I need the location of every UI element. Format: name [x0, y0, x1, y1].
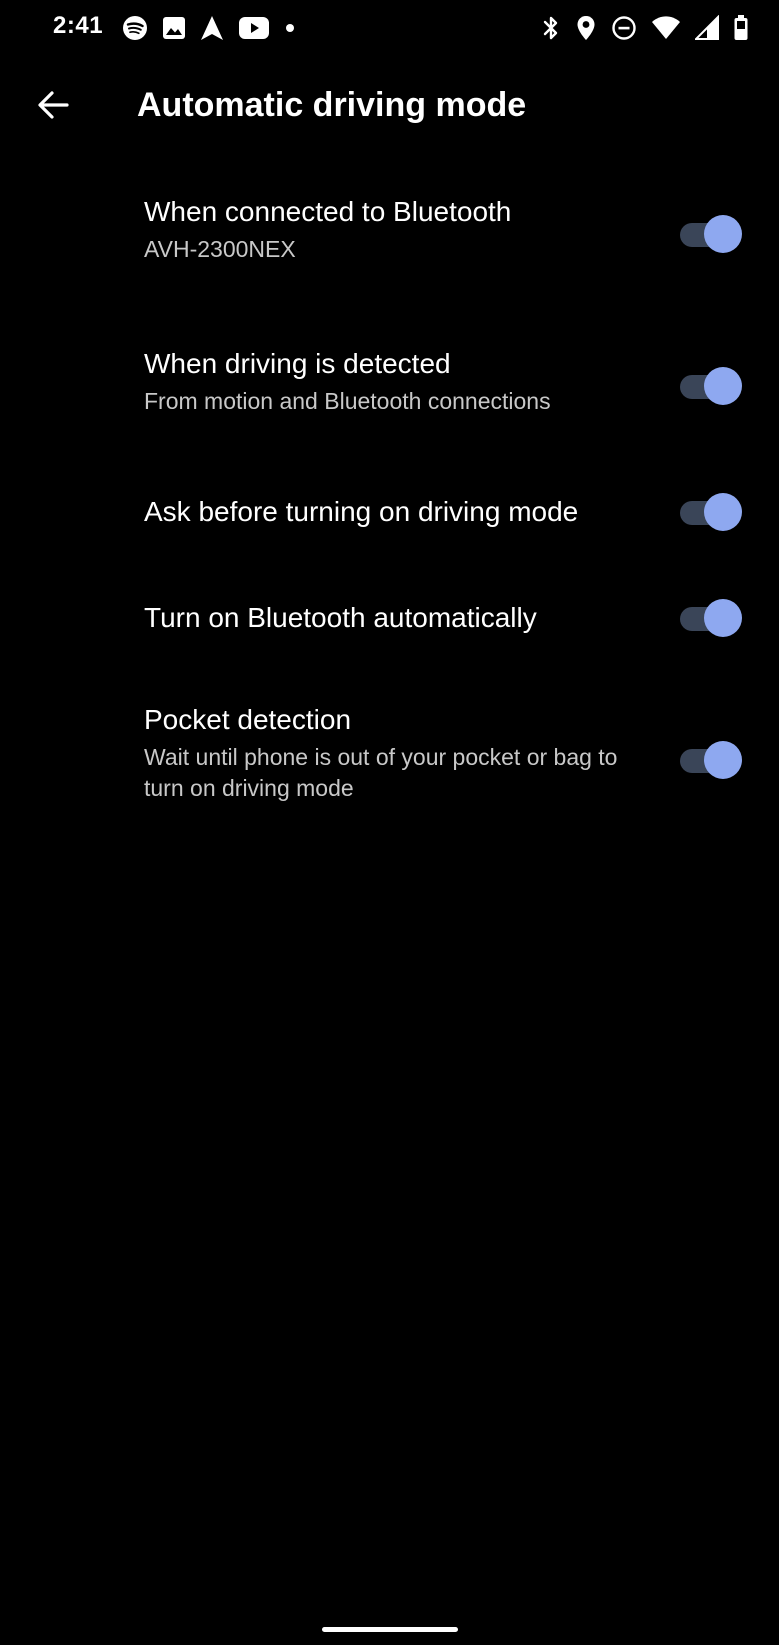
setting-title: Ask before turning on driving mode	[144, 496, 579, 527]
toggle-switch-bluetooth-auto[interactable]	[678, 598, 742, 638]
setting-title: Pocket detection	[144, 704, 352, 735]
switch-thumb	[704, 741, 742, 779]
setting-text: Ask before turning on driving mode	[144, 494, 634, 530]
page-title: Automatic driving mode	[137, 86, 527, 124]
setting-row-pocket-detection[interactable]: Pocket detection Wait until phone is out…	[0, 700, 779, 824]
setting-row-bluetooth-auto[interactable]: Turn on Bluetooth automatically	[0, 596, 779, 672]
setting-row-ask-before[interactable]: Ask before turning on driving mode	[0, 490, 779, 566]
toggle-switch-bluetooth-connected[interactable]	[678, 214, 742, 254]
setting-title: Turn on Bluetooth automatically	[144, 602, 537, 633]
setting-text: When driving is detected From motion and…	[144, 346, 634, 417]
setting-summary: Wait until phone is out of your pocket o…	[144, 744, 618, 801]
setting-summary: From motion and Bluetooth connections	[144, 388, 551, 414]
navigation-icon	[200, 15, 224, 41]
app-bar: Automatic driving mode	[0, 60, 779, 152]
location-icon	[575, 14, 597, 42]
youtube-icon	[238, 16, 270, 40]
status-time: 2:41	[53, 12, 104, 39]
image-icon	[162, 16, 186, 40]
setting-text: Turn on Bluetooth automatically	[144, 600, 634, 636]
setting-text: Pocket detection Wait until phone is out…	[144, 702, 624, 804]
switch-thumb	[704, 367, 742, 405]
switch-thumb	[704, 493, 742, 531]
notification-icons	[122, 14, 296, 42]
gesture-navigation-bar[interactable]	[322, 1627, 458, 1632]
system-icons	[541, 13, 749, 43]
back-button[interactable]	[28, 80, 78, 130]
setting-row-bluetooth-connected[interactable]: When connected to Bluetooth AVH-2300NEX	[0, 192, 779, 302]
toggle-switch-ask-before[interactable]	[678, 492, 742, 532]
setting-text: When connected to Bluetooth AVH-2300NEX	[144, 194, 634, 265]
setting-title: When connected to Bluetooth	[144, 196, 512, 227]
bluetooth-icon	[541, 14, 561, 42]
toggle-switch-pocket-detection[interactable]	[678, 740, 742, 780]
status-bar: 2:41	[0, 0, 779, 56]
cell-signal-icon	[695, 15, 719, 41]
setting-title: When driving is detected	[144, 348, 451, 379]
wifi-icon	[651, 15, 681, 41]
setting-row-driving-detected[interactable]: When driving is detected From motion and…	[0, 344, 779, 454]
battery-icon	[733, 14, 749, 42]
switch-thumb	[704, 215, 742, 253]
do-not-disturb-icon	[611, 15, 637, 41]
dot-icon	[284, 22, 296, 34]
switch-thumb	[704, 599, 742, 637]
spotify-icon	[122, 15, 148, 41]
setting-summary: AVH-2300NEX	[144, 236, 296, 262]
toggle-switch-driving-detected[interactable]	[678, 366, 742, 406]
arrow-back-icon	[36, 88, 70, 122]
